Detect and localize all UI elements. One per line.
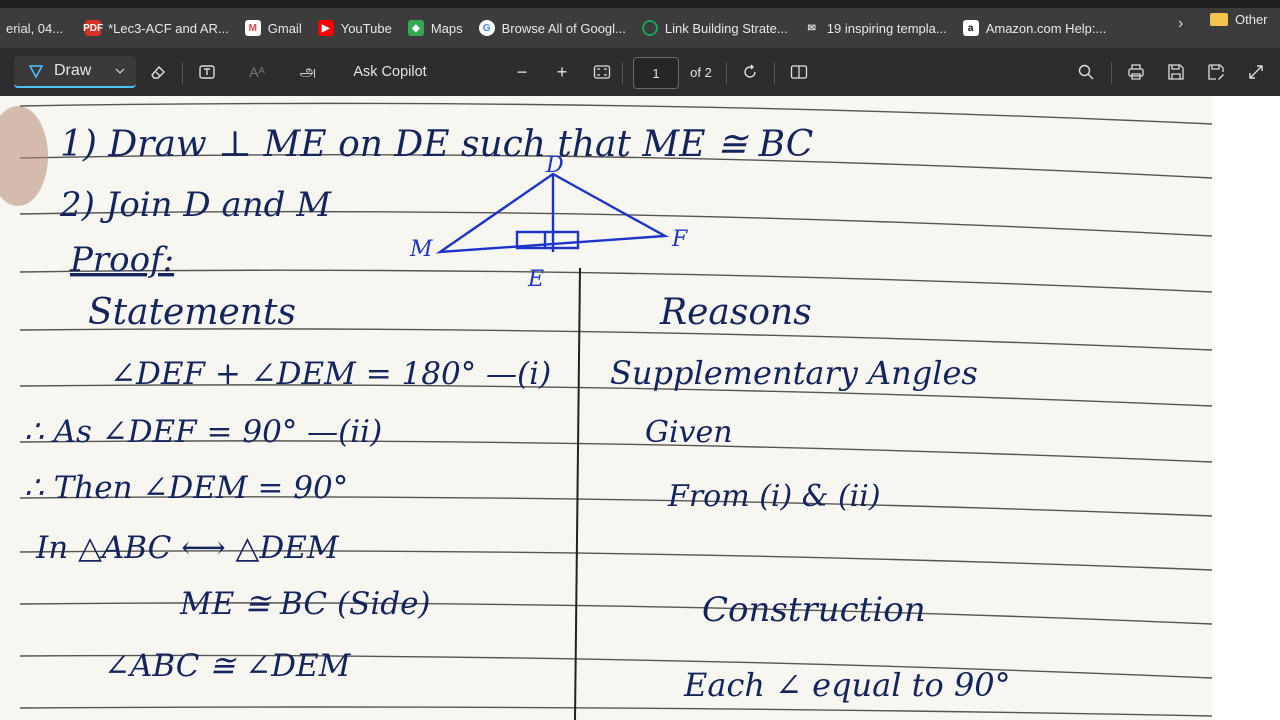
statement-row: ∴ As ∠DEF = 90° —(ii) bbox=[24, 414, 382, 450]
diagram-label-bottom: E bbox=[527, 267, 544, 292]
reasons-heading: Reasons bbox=[659, 292, 812, 333]
eraser-icon[interactable] bbox=[145, 56, 171, 88]
bookmark-label: 19 inspiring templa... bbox=[826, 20, 947, 36]
ask-copilot-button[interactable]: Ask Copilot bbox=[340, 56, 440, 88]
gmail-icon: M bbox=[244, 20, 261, 36]
chevron-right-icon[interactable]: › bbox=[1178, 15, 1183, 33]
handwritten-notes: 1) Draw ⊥ ME on DE such that ME ≅ BC 2) … bbox=[24, 124, 1011, 704]
page-edge bbox=[1212, 96, 1280, 720]
statement-row: In △ABC ⟷ △DEM bbox=[35, 530, 340, 566]
youtube-icon: ▶ bbox=[317, 20, 334, 36]
bookmark-templates[interactable]: ✉ 19 inspiring templa... bbox=[796, 15, 955, 41]
diagram-label-top: D bbox=[545, 153, 564, 178]
statements-heading: Statements bbox=[88, 292, 296, 333]
bookmark-gmail[interactable]: M Gmail bbox=[237, 15, 310, 41]
proof-heading: Proof: bbox=[69, 240, 174, 280]
text-box-icon[interactable] bbox=[194, 56, 220, 88]
text-language-icon[interactable]: அ bbox=[295, 56, 321, 88]
bookmark-maps[interactable]: ◆ Maps bbox=[400, 15, 471, 41]
bookmark-label: Maps bbox=[430, 20, 463, 36]
bookmark-google[interactable]: G Browse All of Googl... bbox=[471, 15, 634, 41]
bookmark-0[interactable]: erial, 04... bbox=[0, 15, 71, 41]
page-number-input[interactable]: 1 bbox=[633, 57, 679, 89]
bookmark-label: Amazon.com Help:... bbox=[985, 20, 1107, 36]
bookmark-label: erial, 04... bbox=[6, 20, 64, 36]
google-icon: G bbox=[478, 20, 495, 36]
reason-row: Each ∠ equal to 90° bbox=[683, 666, 1011, 704]
bookmark-label: Browse All of Googl... bbox=[501, 20, 626, 36]
zoom-out-button[interactable]: − bbox=[509, 56, 535, 88]
other-bookmarks[interactable]: Other bbox=[1210, 12, 1268, 27]
statement-row: ME ≅ BC (Side) bbox=[179, 586, 431, 622]
draw-label: Draw bbox=[54, 62, 92, 79]
bookmark-youtube[interactable]: ▶ YouTube bbox=[310, 15, 400, 41]
expand-icon[interactable] bbox=[1243, 56, 1269, 88]
save-icon[interactable] bbox=[1163, 56, 1189, 88]
statement-row: ∴ Then ∠DEM = 90° bbox=[24, 470, 348, 506]
bookmark-label: Gmail bbox=[267, 20, 302, 36]
note-line-1: 1) Draw ⊥ ME on DE such that ME ≅ BC bbox=[60, 124, 813, 165]
reason-row: Supplementary Angles bbox=[610, 354, 978, 392]
reason-row: Construction bbox=[702, 590, 926, 630]
draw-button[interactable]: Draw bbox=[14, 56, 136, 88]
pdf-document: 1) Draw ⊥ ME on DE such that ME ≅ BC 2) … bbox=[0, 96, 1280, 720]
bookmarks-bar: erial, 04... PDF *Lec3-ACF and AR... M G… bbox=[0, 0, 1280, 48]
rotate-icon[interactable] bbox=[737, 56, 763, 88]
statement-row: ∠DEF + ∠DEM = 180° —(i) bbox=[110, 356, 551, 392]
mail-icon: ✉ bbox=[807, 22, 816, 34]
statement-row: ∠ABC ≅ ∠DEM bbox=[104, 648, 352, 684]
save-as-icon[interactable] bbox=[1203, 56, 1229, 88]
chevron-down-icon bbox=[115, 68, 125, 74]
page-total-label: of 2 bbox=[690, 64, 712, 80]
print-icon[interactable] bbox=[1123, 56, 1149, 88]
pdf-icon: PDF bbox=[83, 20, 103, 36]
bookmark-label: *Lec3-ACF and AR... bbox=[108, 20, 229, 36]
circle-icon bbox=[641, 20, 658, 36]
diagram-label-right: F bbox=[671, 227, 688, 252]
search-icon[interactable] bbox=[1073, 56, 1099, 88]
bookmark-amazon[interactable]: a Amazon.com Help:... bbox=[955, 15, 1115, 41]
notebook-page: 1) Draw ⊥ ME on DE such that ME ≅ BC 2) … bbox=[0, 96, 1215, 720]
folder-icon bbox=[1210, 13, 1228, 26]
bookmark-label: Link Building Strate... bbox=[664, 20, 788, 36]
reason-row: From (i) & (ii) bbox=[667, 479, 881, 514]
zoom-in-button[interactable]: + bbox=[549, 56, 575, 88]
font-size-icon[interactable]: Aᴬ bbox=[244, 56, 270, 88]
reason-row: Given bbox=[645, 415, 733, 450]
maps-icon: ◆ bbox=[407, 20, 424, 36]
diagram-label-left: M bbox=[409, 237, 433, 262]
bookmark-label: YouTube bbox=[340, 20, 392, 36]
note-line-2: 2) Join D and M bbox=[59, 185, 332, 225]
bookmark-1[interactable]: PDF *Lec3-ACF and AR... bbox=[77, 15, 237, 41]
page-view-icon[interactable] bbox=[786, 56, 812, 88]
amazon-icon: a bbox=[962, 20, 979, 36]
bookmark-link-building[interactable]: Link Building Strate... bbox=[634, 15, 796, 41]
other-bookmarks-label: Other bbox=[1235, 12, 1268, 27]
draw-icon bbox=[28, 65, 44, 79]
fit-page-icon[interactable] bbox=[589, 56, 615, 88]
